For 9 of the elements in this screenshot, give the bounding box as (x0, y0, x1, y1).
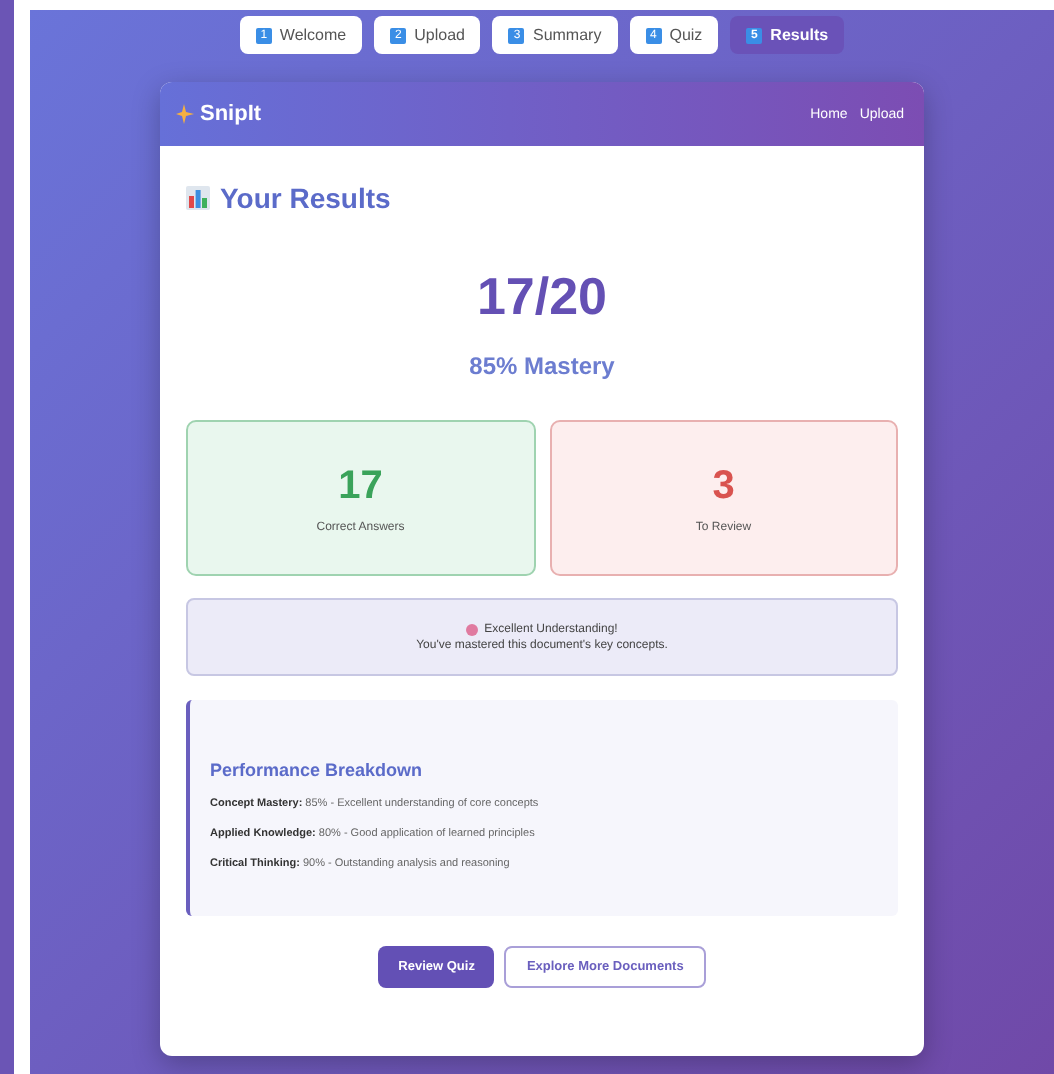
sparkle-icon (176, 104, 194, 124)
breakdown-title: Performance Breakdown (210, 759, 425, 779)
page-title: Your Results (220, 182, 391, 214)
mastery-text: 85% Mastery (467, 352, 617, 380)
stat-value: 17 (338, 463, 383, 509)
score-text: 17/20 (474, 266, 610, 328)
bar-chart-icon (186, 186, 210, 210)
stat-value: 3 (712, 463, 735, 509)
brand-name: SnipIt (200, 102, 262, 126)
